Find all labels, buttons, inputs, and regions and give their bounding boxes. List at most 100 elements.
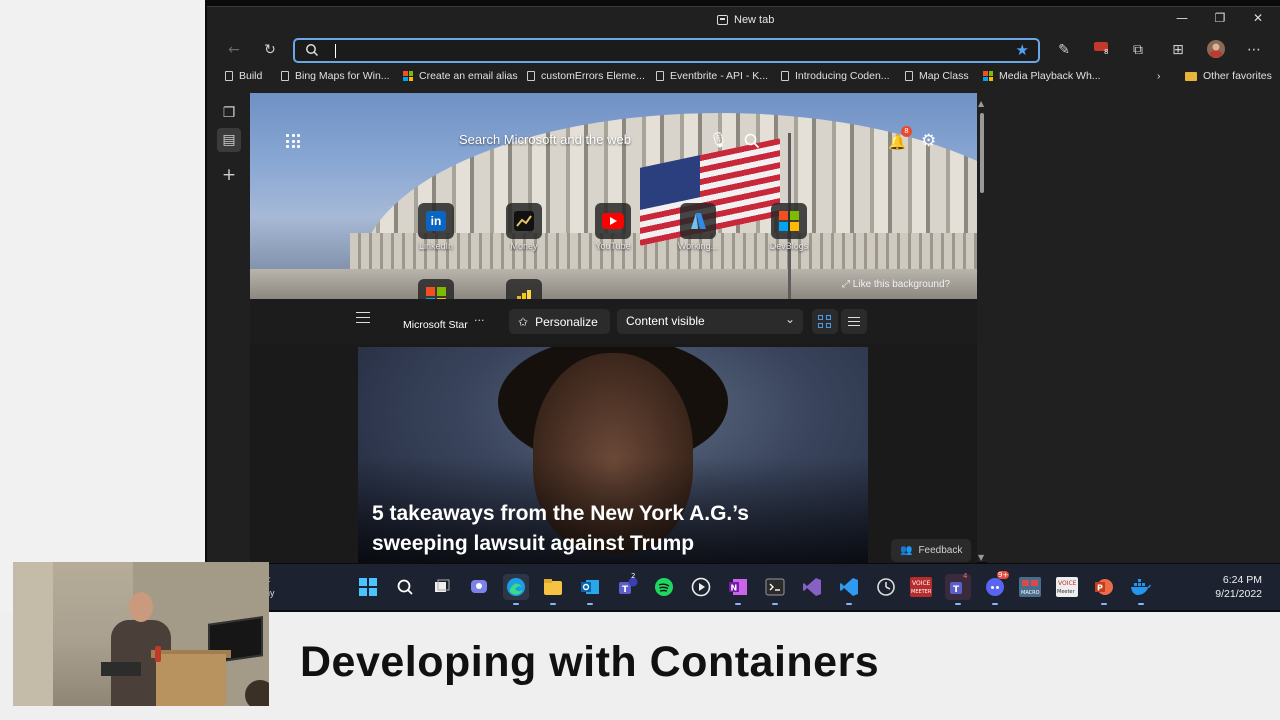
back-arrow-icon[interactable]: ← <box>223 39 245 61</box>
restore-icon[interactable]: ❐ <box>1205 11 1235 25</box>
powerpoint-icon[interactable]: P <box>1091 574 1117 605</box>
quick-link-devblogs[interactable]: DevBlogs <box>759 203 819 251</box>
feedback-label: Feedback <box>918 545 963 556</box>
svg-text:MEETER: MEETER <box>911 589 932 595</box>
page-icon <box>527 71 535 81</box>
bookmark-media-playback[interactable]: Media Playback Wh... <box>983 70 1101 82</box>
bookmark-build[interactable]: Build <box>225 70 262 82</box>
presenter-camera-feed <box>13 562 269 706</box>
voicemeeter-icon[interactable]: VOICE MEETER <box>908 574 934 600</box>
media-player-icon[interactable] <box>688 574 714 600</box>
quick-link-linkedin[interactable]: in LinkedIn <box>406 203 466 251</box>
bookmark-bing-maps[interactable]: Bing Maps for Win... <box>281 70 390 82</box>
audience-member <box>245 680 269 706</box>
app-launcher-icon[interactable] <box>286 134 300 148</box>
quick-link-working[interactable]: Working... <box>668 203 728 251</box>
browser-window: New tab — ❐ ✕ ← ↻ ★ ✎ 8 ⧉ ⊞ ⋯ Build Bing… <box>207 6 1280 563</box>
active-tab[interactable]: New tab <box>717 14 774 26</box>
like-background-link[interactable]: ⤢ Like this background? <box>842 279 950 290</box>
close-icon[interactable]: ✕ <box>1243 11 1273 25</box>
bookmark-map-class[interactable]: Map Class <box>905 70 969 82</box>
scroll-thumb[interactable] <box>980 113 984 193</box>
page-icon <box>905 71 913 81</box>
extension-badge-icon[interactable]: 8 <box>1090 39 1112 61</box>
docker-icon[interactable] <box>1128 574 1154 605</box>
clock-time: 6:24 PM <box>1222 574 1262 586</box>
collections-icon[interactable]: ⊞ <box>1167 39 1189 61</box>
outlook-icon[interactable] <box>577 574 603 605</box>
quick-link-youtube[interactable]: YouTube <box>583 203 643 251</box>
page-icon <box>656 71 664 81</box>
feedback-button[interactable]: 👥 Feedback <box>891 539 972 562</box>
web-search-box[interactable]: Search Microsoft and the web 🎙 <box>447 123 777 157</box>
page-icon <box>281 71 289 81</box>
microsoft-start-label: Microsoft Star <box>403 319 468 331</box>
profile-avatar[interactable] <box>1205 39 1227 61</box>
running-indicator <box>1138 603 1144 605</box>
personalize-label: Personalize <box>535 314 598 329</box>
running-indicator <box>587 603 593 605</box>
grid-layout-button[interactable] <box>812 309 838 334</box>
news-card[interactable]: 5 takeaways from the New York A.G.’s swe… <box>358 347 868 563</box>
tab-actions-icon[interactable]: ❐ <box>221 105 237 121</box>
hamburger-menu-icon[interactable] <box>356 312 370 323</box>
svg-text:T: T <box>622 585 629 595</box>
teams-work-icon[interactable]: T 4 <box>945 572 971 605</box>
onenote-icon[interactable]: N <box>725 574 751 605</box>
folder-icon <box>1185 71 1197 81</box>
new-tab-page-icon[interactable]: ▤ <box>221 132 237 148</box>
scroll-up-arrow-icon[interactable]: ▲ <box>978 99 984 108</box>
content-visibility-dropdown[interactable]: Content visible ⌄ <box>617 309 803 334</box>
voicemeeter-banana-icon[interactable]: VOICE Meeter <box>1054 574 1080 600</box>
more-menu-icon[interactable]: ⋯ <box>1243 39 1265 61</box>
bookmark-custom-errors[interactable]: customErrors Eleme... <box>527 70 645 82</box>
page-scrollbar[interactable]: ▲ ▼ <box>978 99 986 563</box>
macro-icon[interactable]: MACRO <box>1017 574 1043 600</box>
news-headline[interactable]: 5 takeaways from the New York A.G.’s swe… <box>372 499 842 559</box>
quick-link-money[interactable]: Money <box>494 203 554 251</box>
vscode-icon[interactable] <box>836 574 862 605</box>
new-tab-plus-icon[interactable]: + <box>221 167 237 184</box>
gear-icon[interactable]: ⚙ <box>921 131 936 151</box>
favorite-star-icon[interactable]: ★ <box>1016 41 1029 59</box>
camera-laptop <box>101 662 141 676</box>
discord-icon[interactable]: 9+ <box>982 571 1010 605</box>
minimize-icon[interactable]: — <box>1167 11 1197 25</box>
pen-icon[interactable]: ✎ <box>1053 39 1075 61</box>
bookmark-coden[interactable]: Introducing Coden... <box>781 70 890 82</box>
list-layout-button[interactable] <box>841 309 867 334</box>
background-image: Search Microsoft and the web 🎙 🔔 8 ⚙ in … <box>250 93 977 299</box>
spotify-icon[interactable] <box>651 574 677 600</box>
personalize-button[interactable]: ✩ Personalize <box>509 309 610 334</box>
bookmark-label: Media Playback Wh... <box>999 70 1101 82</box>
microphone-icon[interactable]: 🎙 <box>709 131 728 149</box>
search-icon[interactable] <box>392 574 418 600</box>
other-favorites-label: Other favorites <box>1203 70 1272 82</box>
other-favorites[interactable]: Other favorites <box>1185 70 1272 82</box>
extensions-puzzle-icon[interactable]: ⧉ <box>1127 39 1149 61</box>
terminal-icon[interactable] <box>762 574 788 605</box>
file-explorer-icon[interactable] <box>540 574 566 605</box>
refresh-icon[interactable]: ↻ <box>259 39 281 61</box>
edge-icon[interactable] <box>503 574 529 605</box>
clock-icon[interactable] <box>873 574 899 600</box>
address-input[interactable] <box>331 42 991 59</box>
address-bar[interactable]: ★ <box>293 38 1040 63</box>
chevron-right-icon[interactable]: › <box>1157 70 1161 82</box>
bookmark-label: Create an email alias <box>419 70 518 82</box>
system-clock[interactable]: 6:24 PM 9/21/2022 <box>1215 573 1262 601</box>
quick-link-label: Money <box>510 241 538 251</box>
teams-icon[interactable]: T 2 <box>614 572 640 600</box>
empty-window-area <box>987 93 1280 563</box>
scroll-down-arrow-icon[interactable]: ▼ <box>978 553 984 562</box>
more-options-icon[interactable]: ··· <box>474 314 485 327</box>
start-icon[interactable] <box>355 574 381 600</box>
visual-studio-icon[interactable] <box>799 574 825 600</box>
task-view-icon[interactable] <box>429 574 455 600</box>
running-indicator <box>846 603 852 605</box>
money-chart-icon <box>514 211 534 231</box>
search-icon[interactable] <box>744 133 760 149</box>
bookmark-eventbrite[interactable]: Eventbrite - API - K... <box>656 70 768 82</box>
chat-icon[interactable] <box>466 574 492 600</box>
bookmark-email-alias[interactable]: Create an email alias <box>403 70 518 82</box>
